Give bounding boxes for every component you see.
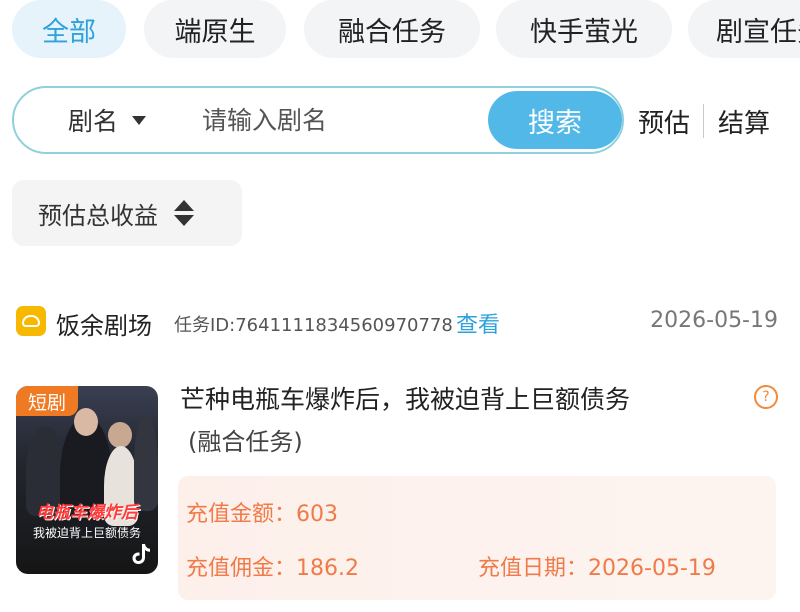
search-input[interactable] — [202, 98, 482, 142]
search-field-label: 剧名 — [68, 107, 119, 136]
recharge-date-row: 充值日期：2026-05-19 — [478, 550, 716, 582]
search-bar: 剧名 搜索 — [12, 86, 624, 154]
category-tabs: 全部 端原生 融合任务 快手萤光 剧宣任务 — [0, 0, 800, 62]
tab-native[interactable]: 端原生 — [144, 0, 286, 58]
view-link[interactable]: 查看 — [456, 307, 500, 339]
tab-promo-task[interactable]: 剧宣任务 — [688, 0, 800, 58]
drama-title: 芒种电瓶车爆炸后，我被迫背上巨额债务 — [180, 385, 631, 414]
commission-label: 充值佣金： — [186, 556, 297, 581]
platform-name: 饭余剧场 — [56, 312, 152, 340]
drama-task-type: (融合任务) — [188, 428, 303, 456]
search-button[interactable]: 搜索 — [488, 91, 622, 149]
poster-subtitle: 我被迫背上巨额债务 — [32, 526, 141, 540]
tab-kuaishou-yingguang[interactable]: 快手萤光 — [496, 0, 672, 58]
recharge-amount-row: 充值金额：603 — [186, 496, 338, 528]
recharge-date-value: 2026-05-19 — [588, 556, 716, 581]
tab-all[interactable]: 全部 — [12, 0, 126, 58]
poster-title: 电瓶车爆炸后 — [36, 503, 138, 523]
task-id: 任务ID:7641111834560970778 — [174, 315, 453, 336]
mode-settle[interactable]: 结算 — [718, 103, 770, 140]
recharge-amount-label: 充值金额： — [186, 502, 297, 527]
order-date: 2026-05-19 — [650, 308, 778, 333]
commission-row: 充值佣金：186.2 — [186, 550, 359, 582]
sort-icon — [174, 200, 194, 226]
recharge-date-label: 充值日期： — [478, 556, 589, 581]
recharge-info-box: 充值金额：603 充值佣金：186.2 充值日期：2026-05-19 — [178, 476, 776, 600]
tiktok-icon — [132, 544, 150, 564]
sort-estimated-revenue-button[interactable]: 预估总收益 — [12, 180, 242, 246]
platform-logo-icon — [16, 306, 46, 336]
mode-divider — [703, 104, 704, 138]
mode-estimate[interactable]: 预估 — [638, 103, 690, 140]
search-field-select[interactable]: 剧名 — [68, 88, 147, 152]
poster-tag: 短剧 — [16, 386, 78, 416]
order-header: 饭余剧场 任务ID:7641111834560970778 查看 2026-05… — [0, 300, 800, 344]
caret-down-icon — [132, 115, 147, 125]
help-icon[interactable]: ? — [754, 385, 778, 409]
recharge-amount-value: 603 — [296, 502, 339, 527]
drama-poster[interactable]: 短剧 电瓶车爆炸后 我被迫背上巨额债务 — [16, 386, 158, 574]
sort-label: 预估总收益 — [38, 201, 158, 230]
tab-fusion-task[interactable]: 融合任务 — [304, 0, 480, 58]
commission-value: 186.2 — [296, 556, 359, 581]
